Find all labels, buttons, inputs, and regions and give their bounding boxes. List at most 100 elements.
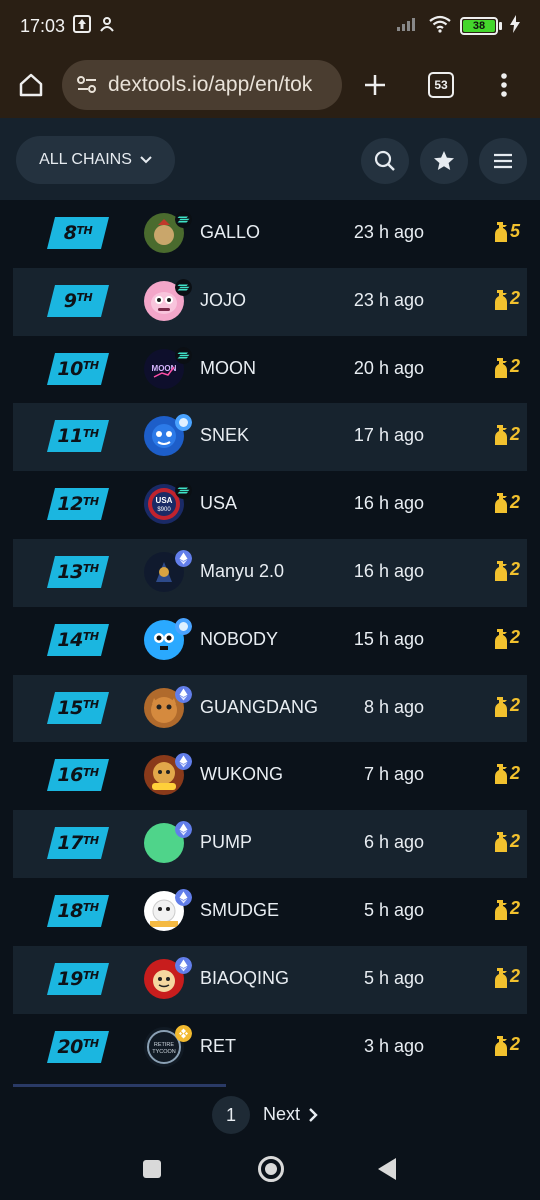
listed-time: 3 h ago: [363, 1035, 424, 1056]
recents-button[interactable]: [143, 1160, 161, 1178]
ton-chain-icon: [175, 617, 192, 635]
svg-text:$900: $900: [157, 507, 171, 513]
all-chains-dropdown[interactable]: ALL CHAINS: [16, 136, 175, 184]
rank-suffix: TH: [82, 901, 99, 915]
token-row[interactable]: 12 TH USA $900 USA 16 h ago 2: [13, 471, 527, 539]
fire-extinguisher-icon: [495, 357, 507, 378]
token-name: RET: [200, 1035, 236, 1056]
search-button[interactable]: [361, 138, 409, 184]
token-name: GUANGDANG: [200, 696, 319, 717]
fire-extinguisher-icon: [495, 560, 507, 581]
token-name: SMUDGE: [200, 899, 280, 920]
next-page-button[interactable]: Next: [263, 1104, 318, 1125]
token-row[interactable]: 10 TH MOON MOON 20 h ago 2: [13, 336, 527, 404]
token-name: BIAOQING: [200, 967, 290, 988]
listed-time: 5 h ago: [363, 967, 424, 988]
hot-score: 2: [491, 627, 520, 649]
hot-value: 2: [510, 898, 521, 919]
token-row[interactable]: 16 TH WUKONG 7 h ago 2: [13, 742, 527, 810]
rank-number: 16: [57, 764, 83, 787]
svg-text:TYCOON: TYCOON: [152, 1049, 176, 1055]
token-name: WUKONG: [200, 764, 283, 785]
token-row[interactable]: 13 TH Manyu 2.0 16 h ago 2: [13, 538, 527, 607]
svg-text:USA: USA: [156, 496, 173, 505]
page-1-button[interactable]: 1: [212, 1096, 250, 1134]
rank-badge: 13 TH: [47, 555, 109, 588]
fire-extinguisher-icon: [495, 425, 507, 446]
menu-button[interactable]: [479, 138, 527, 184]
token-name: USA: [200, 493, 238, 514]
token-row[interactable]: 9 TH JOJO 23 h ago 2: [13, 267, 527, 336]
token-name: Manyu 2.0: [200, 560, 285, 581]
rank-number: 11: [57, 425, 83, 448]
eth-chain-icon: [175, 821, 192, 839]
status-bar: 17:03 38: [0, 0, 540, 52]
home-button[interactable]: [0, 52, 62, 118]
token-name: JOJO: [200, 289, 247, 310]
token-row[interactable]: 18 TH SMUDGE 5 h ago 2: [13, 878, 527, 946]
hot-value: 2: [510, 491, 521, 512]
eth-chain-icon: [175, 956, 192, 974]
rank-suffix: TH: [82, 698, 99, 712]
battery-level: 38: [463, 20, 495, 32]
rank-badge: 19 TH: [47, 962, 109, 995]
tab-switcher-button[interactable]: 53: [408, 52, 474, 118]
rank-badge: 17 TH: [47, 827, 109, 860]
token-row[interactable]: 8 TH GALLO 23 h ago 5: [13, 200, 527, 268]
hot-score: 2: [491, 559, 520, 581]
listed-time: 16 h ago: [353, 560, 424, 581]
hot-value: 2: [510, 356, 521, 377]
rank-number: 12: [57, 493, 83, 516]
signal-icon: [396, 16, 420, 37]
rank-number: 19: [57, 967, 83, 990]
fire-extinguisher-icon: [495, 628, 507, 649]
hot-score: 2: [491, 288, 520, 310]
hot-score: 2: [491, 762, 521, 785]
hot-pairs-list: 8 TH GALLO 23 h ago 5 9 TH JOJO 23 h ago 2 10 TH MOO…: [13, 200, 527, 1081]
home-nav-button[interactable]: [258, 1156, 284, 1182]
status-right: 38: [396, 14, 520, 38]
browser-menu-button[interactable]: [474, 52, 534, 118]
back-button[interactable]: [378, 1158, 396, 1180]
system-nav-bar: [0, 1140, 540, 1200]
hot-value: 2: [510, 627, 521, 648]
url-field[interactable]: dextools.io/app/en/tok: [62, 60, 342, 110]
hot-score: 2: [491, 830, 521, 853]
hot-value: 2: [510, 762, 521, 783]
site-settings-icon: [77, 76, 96, 93]
rank-suffix: TH: [82, 630, 99, 644]
listed-time: 15 h ago: [353, 628, 424, 649]
rank-badge: 18 TH: [47, 894, 109, 927]
rank-suffix: TH: [82, 359, 99, 373]
listed-time: 23 h ago: [353, 222, 424, 242]
listed-time: 23 h ago: [353, 289, 424, 310]
rank-suffix: TH: [82, 765, 99, 779]
listed-time: 6 h ago: [363, 832, 424, 853]
horizontal-scrollbar[interactable]: [13, 1084, 226, 1087]
fire-extinguisher-icon: [495, 696, 507, 717]
token-row[interactable]: 20 TH RETIRE TYCOON RET 3 h ago 2: [13, 1014, 527, 1082]
chevron-right-icon: [309, 1107, 318, 1122]
search-icon: [374, 150, 395, 171]
fire-extinguisher-icon: [495, 764, 507, 785]
fire-extinguisher-icon: [495, 899, 507, 920]
app-header: ALL CHAINS: [0, 118, 540, 200]
rank-number: 13: [57, 560, 83, 583]
rank-suffix: TH: [82, 494, 99, 508]
new-tab-button[interactable]: [342, 52, 408, 118]
svg-text:RETIRE: RETIRE: [154, 1042, 175, 1048]
hot-score: 2: [491, 898, 520, 920]
token-row[interactable]: 19 TH BIAOQING 5 h ago 2: [13, 945, 527, 1014]
token-row[interactable]: 11 TH SNEK 17 h ago 2: [13, 403, 527, 472]
rank-suffix: TH: [82, 562, 99, 576]
rank-badge: 11 TH: [47, 420, 109, 453]
fire-extinguisher-icon: [495, 1035, 507, 1056]
favorites-button[interactable]: [420, 138, 468, 184]
rank-badge: 12 TH: [47, 488, 109, 521]
hot-value: 2: [510, 830, 521, 851]
token-row[interactable]: 15 TH GUANGDANG 8 h ago 2: [13, 674, 527, 743]
listed-time: 8 h ago: [363, 696, 424, 717]
next-label: Next: [263, 1104, 301, 1124]
token-row[interactable]: 14 TH NOBODY 15 h ago 2: [13, 607, 527, 675]
token-row[interactable]: 17 TH PUMP 6 h ago 2: [13, 810, 527, 878]
